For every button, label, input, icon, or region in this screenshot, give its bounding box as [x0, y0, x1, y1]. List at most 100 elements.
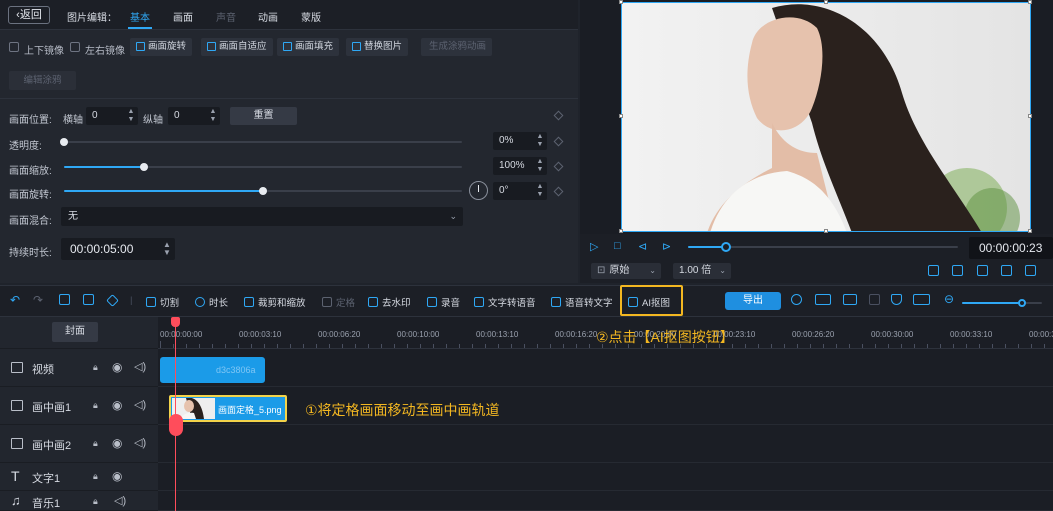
play-icon[interactable]: ▷	[590, 240, 598, 253]
remove-watermark-tool[interactable]: 去水印	[368, 295, 411, 309]
rotate-input[interactable]: 0° ▲ ▼	[493, 182, 547, 200]
text1-lane[interactable]	[158, 463, 1053, 491]
resize-handle[interactable]	[1028, 0, 1032, 4]
zoom-out-icon[interactable]: ⊖	[944, 292, 954, 306]
stepper-icon[interactable]: ▲ ▼	[209, 108, 217, 124]
rotate-picture-button[interactable]: 画面旋转	[130, 38, 193, 56]
resize-handle[interactable]	[824, 0, 828, 4]
stop-icon[interactable]: □	[614, 240, 621, 252]
keyframe-icon[interactable]	[553, 161, 564, 172]
replace-image-button[interactable]: 替换图片	[346, 38, 409, 56]
export-button[interactable]: 导出	[725, 292, 781, 310]
stepper-icon[interactable]: ▲ ▼	[536, 158, 544, 174]
rotate-slider[interactable]	[64, 187, 462, 195]
next-frame-icon[interactable]: ⊳	[662, 240, 671, 253]
tab-basic[interactable]: 基本	[130, 9, 150, 24]
cut-tool[interactable]: 切割	[146, 295, 179, 309]
previous-frame-icon[interactable]: ⊲	[638, 240, 647, 253]
preview-canvas[interactable]	[621, 2, 1031, 232]
split-tracks-icon[interactable]	[83, 294, 94, 305]
lock-icon[interactable]: 🔒︎	[93, 362, 98, 373]
pip-clip[interactable]: 画面定格_5.png	[169, 395, 287, 422]
camera-icon[interactable]	[1025, 265, 1036, 276]
duration-input[interactable]: 00:00:05:00 ▲ ▼	[61, 238, 175, 260]
stepper-icon[interactable]: ▲ ▼	[536, 183, 544, 199]
v-axis-input[interactable]: 0 ▲ ▼	[168, 107, 220, 125]
stepper-icon[interactable]: ▲ ▼	[127, 108, 135, 124]
keyframe-icon[interactable]	[106, 294, 119, 307]
shield-icon[interactable]	[891, 294, 902, 305]
mosaic-icon[interactable]	[791, 294, 802, 305]
tab-picture[interactable]: 画面	[173, 9, 193, 24]
timeline-zoom-slider[interactable]	[962, 299, 1042, 307]
resize-handle[interactable]	[619, 114, 623, 118]
snapshot-icon[interactable]	[1001, 265, 1012, 276]
playhead-handle[interactable]	[171, 317, 180, 327]
keyframe-icon[interactable]	[553, 110, 564, 121]
duration-tool[interactable]: 时长	[195, 295, 228, 309]
resize-handle[interactable]	[1028, 229, 1032, 233]
resize-handle[interactable]	[824, 229, 828, 233]
speech-to-text-tool[interactable]: 语音转文字	[551, 295, 613, 309]
cover-button[interactable]: 封面	[52, 322, 98, 342]
playback-progress-slider[interactable]	[688, 242, 958, 252]
stepper-icon[interactable]: ▲ ▼	[536, 133, 544, 149]
aspect-ratio-dropdown[interactable]: ⊡ 原始 ⌄	[591, 263, 661, 279]
fit-timeline-icon[interactable]	[913, 294, 930, 305]
blend-select[interactable]: 无 ⌄	[61, 207, 463, 226]
subtitle-icon[interactable]	[977, 265, 988, 276]
speaker-icon[interactable]: ◁)	[134, 360, 146, 373]
text-to-speech-tool[interactable]: 文字转语音	[474, 295, 536, 309]
fit-picture-button[interactable]: 画面自适应	[201, 38, 273, 56]
scale-input[interactable]: 100% ▲ ▼	[493, 157, 547, 175]
speaker-icon[interactable]: ◁)	[134, 398, 146, 411]
pip2-lane[interactable]	[158, 425, 1053, 463]
eye-icon[interactable]: ◉	[112, 398, 122, 412]
record-tool[interactable]: 录音	[427, 295, 460, 309]
lock-icon[interactable]: 🔒︎	[93, 471, 98, 482]
flip-vertical-checkbox[interactable]	[9, 42, 19, 52]
tab-animation[interactable]: 动画	[258, 9, 278, 24]
slider-handle[interactable]	[1018, 299, 1026, 307]
slider-handle[interactable]	[259, 187, 267, 195]
flip-horizontal-checkbox[interactable]	[70, 42, 80, 52]
crop-zoom-tool[interactable]: 裁剪和缩放	[244, 295, 306, 309]
resize-handle[interactable]	[1028, 114, 1032, 118]
pip1-lane[interactable]	[158, 387, 1053, 425]
lock-icon[interactable]: 🔒︎	[93, 400, 98, 411]
picture-in-picture-icon[interactable]	[815, 294, 831, 305]
delete-icon[interactable]	[59, 294, 70, 305]
music1-lane[interactable]	[158, 491, 1053, 511]
keyframe-icon[interactable]	[553, 186, 564, 197]
fill-picture-button[interactable]: 画面填充	[277, 38, 340, 56]
lock-icon[interactable]: 🔒︎	[93, 438, 98, 449]
video-lane[interactable]	[158, 349, 1053, 387]
tab-mask[interactable]: 蒙版	[301, 9, 321, 24]
speaker-icon[interactable]: ◁)	[134, 436, 146, 449]
safe-area-icon[interactable]	[928, 265, 939, 276]
slider-handle[interactable]	[720, 242, 731, 252]
eye-icon[interactable]: ◉	[112, 436, 122, 450]
rotation-dial[interactable]	[469, 181, 488, 200]
opacity-input[interactable]: 0% ▲ ▼	[493, 132, 547, 150]
back-button[interactable]: ‹返回	[8, 6, 50, 24]
eye-icon[interactable]: ◉	[112, 360, 122, 374]
resize-handle[interactable]	[619, 0, 623, 4]
eye-icon[interactable]: ◉	[112, 469, 122, 483]
scissors-marker-icon[interactable]	[169, 414, 183, 436]
h-axis-input[interactable]: 0 ▲ ▼	[86, 107, 138, 125]
scale-slider[interactable]	[64, 163, 462, 171]
slider-handle[interactable]	[139, 163, 148, 171]
undo-icon[interactable]: ↶	[10, 293, 20, 307]
stepper-icon[interactable]: ▲ ▼	[163, 241, 171, 257]
lock-icon[interactable]: 🔒︎	[93, 496, 98, 507]
reset-button[interactable]: 重置	[230, 107, 297, 125]
slider-handle[interactable]	[60, 138, 68, 146]
speed-dropdown[interactable]: 1.00 倍 ⌄	[673, 263, 731, 279]
speaker-icon[interactable]: ◁)	[114, 494, 126, 507]
split-screen-icon[interactable]	[843, 294, 857, 305]
keyframe-icon[interactable]	[553, 136, 564, 147]
opacity-slider[interactable]	[60, 138, 462, 146]
resize-handle[interactable]	[619, 229, 623, 233]
fullscreen-icon[interactable]	[952, 265, 963, 276]
